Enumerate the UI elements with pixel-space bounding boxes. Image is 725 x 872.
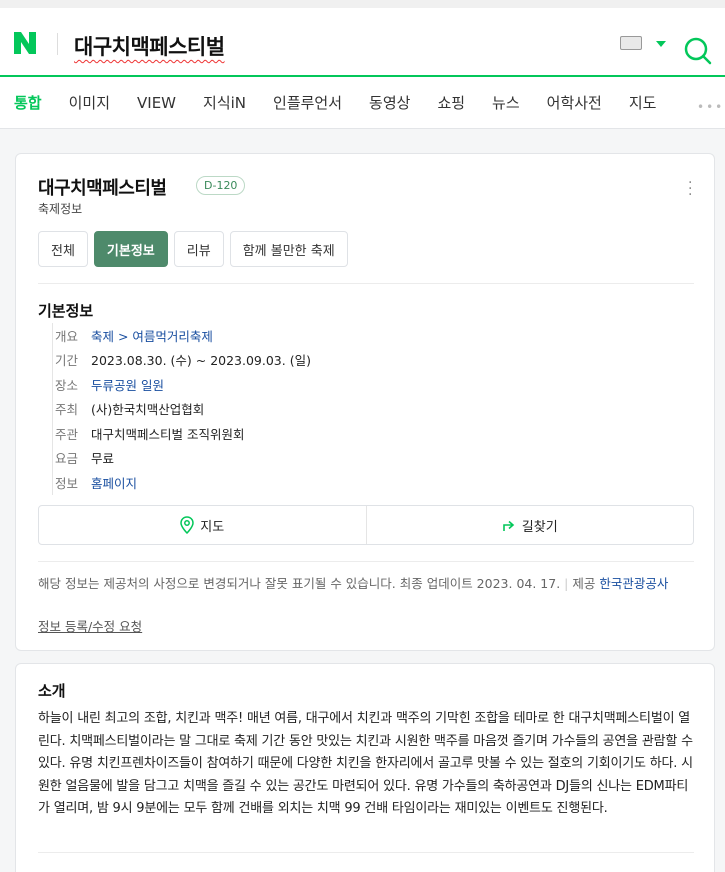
info-row-overview: 개요 축제 > 여름먹거리축제 xyxy=(55,323,311,348)
tab-images[interactable]: 이미지 xyxy=(69,92,110,113)
disclaimer-text: 해당 정보는 제공처의 사정으로 변경되거나 잘못 표기될 수 있습니다. 최종… xyxy=(38,576,561,591)
dday-badge: D-120 xyxy=(196,176,246,195)
info-key: 정보 xyxy=(55,475,79,491)
naver-logo-icon[interactable] xyxy=(12,30,38,56)
tab-all[interactable]: 통합 xyxy=(14,92,42,113)
info-row-organizer: 주관 대구치맥페스티벌 조직위원회 xyxy=(55,421,311,446)
info-key: 기간 xyxy=(55,353,79,369)
divider xyxy=(38,852,694,853)
info-row-period: 기간 2023.08.30. (수) ~ 2023.09.03. (일) xyxy=(55,348,311,373)
section-title: 기본정보 xyxy=(38,302,94,320)
tab-overview[interactable]: 전체 xyxy=(38,231,88,267)
info-list: 개요 축제 > 여름먹거리축제 기간 2023.08.30. (수) ~ 202… xyxy=(52,323,311,495)
directions-arrow-icon xyxy=(502,520,515,531)
info-tabs: 전체 기본정보 리뷰 함께 볼만한 축제 xyxy=(38,231,348,267)
divider xyxy=(38,283,694,284)
tab-shopping[interactable]: 쇼핑 xyxy=(437,92,465,113)
tab-kin[interactable]: 지식iN xyxy=(203,92,246,113)
tab-influencer[interactable]: 인플루언서 xyxy=(273,92,342,113)
map-pin-icon xyxy=(180,516,195,534)
chevron-down-icon[interactable] xyxy=(656,41,666,47)
tab-map[interactable]: 지도 xyxy=(629,92,657,113)
info-key: 요금 xyxy=(55,451,79,467)
search-input[interactable]: 대구치맥페스티벌 xyxy=(74,31,225,61)
tab-basic-info[interactable]: 기본정보 xyxy=(93,231,168,267)
info-key: 장소 xyxy=(55,377,79,393)
keyboard-icon[interactable] xyxy=(620,36,642,50)
provider-label: 제공 xyxy=(572,576,596,591)
info-value-link[interactable]: 두류공원 일원 xyxy=(91,375,164,394)
directions-button[interactable]: 길찾기 xyxy=(365,506,694,544)
directions-button-label: 길찾기 xyxy=(521,519,558,535)
tab-view[interactable]: VIEW xyxy=(137,94,176,112)
info-key: 개요 xyxy=(55,328,79,344)
search-header: 대구치맥페스티벌 xyxy=(0,0,725,75)
info-row-host: 주최 (사)한국치맥산업협회 xyxy=(55,397,311,422)
info-value: (사)한국치맥산업협회 xyxy=(91,402,205,418)
info-value-link[interactable]: 축제 > 여름먹거리축제 xyxy=(91,326,213,345)
info-value: 2023.08.30. (수) ~ 2023.09.03. (일) xyxy=(91,353,311,369)
intro-title: 소개 xyxy=(38,682,66,700)
provider-link[interactable]: 한국관광공사 xyxy=(599,576,668,591)
divider xyxy=(57,33,58,55)
search-tabs: 통합 이미지 VIEW 지식iN 인플루언서 동영상 쇼핑 뉴스 어학사전 지도… xyxy=(0,77,725,129)
info-row-website: 정보 홈페이지 xyxy=(55,470,311,495)
more-options-icon[interactable]: · · · xyxy=(688,176,694,202)
info-value: 대구치맥페스티벌 조직위원회 xyxy=(91,426,245,442)
info-key: 주관 xyxy=(55,426,79,442)
map-button-label: 지도 xyxy=(200,519,225,535)
festival-info-card: 대구치맥페스티벌 D-120 · · · 축제정보 전체 기본정보 리뷰 함께 볼만… xyxy=(15,153,715,651)
intro-text: 하늘이 내린 최고의 조합, 치킨과 맥주! 매년 여름, 대구에서 치킨과 맥… xyxy=(38,711,693,816)
action-buttons: 지도 길찾기 xyxy=(38,505,694,545)
info-row-fee: 요금 무료 xyxy=(55,446,311,471)
disclaimer-note: 해당 정보는 제공처의 사정으로 변경되거나 잘못 표기될 수 있습니다. 최종… xyxy=(38,576,669,591)
tab-video[interactable]: 동영상 xyxy=(369,92,410,113)
edit-request-link[interactable]: 정보 등록/수정 요청 xyxy=(38,616,142,635)
tab-reviews[interactable]: 리뷰 xyxy=(173,231,224,267)
festival-title[interactable]: 대구치맥페스티벌 xyxy=(38,174,167,200)
festival-category: 축제정보 xyxy=(38,202,83,216)
tab-related-festivals[interactable]: 함께 볼만한 축제 xyxy=(229,231,348,267)
tab-news[interactable]: 뉴스 xyxy=(492,92,520,113)
divider xyxy=(38,561,694,562)
info-value: 무료 xyxy=(91,451,115,467)
search-icon[interactable] xyxy=(683,36,713,66)
info-row-location: 장소 두류공원 일원 xyxy=(55,372,311,397)
map-button[interactable]: 지도 xyxy=(39,506,366,544)
tab-dictionary[interactable]: 어학사전 xyxy=(547,92,602,113)
more-tabs-icon[interactable]: ••• xyxy=(697,100,724,114)
info-key: 주최 xyxy=(55,402,79,418)
intro-card: 소개 하늘이 내린 최고의 조합, 치킨과 맥주! 매년 여름, 대구에서 치킨… xyxy=(15,663,715,872)
homepage-link[interactable]: 홈페이지 xyxy=(91,473,137,492)
